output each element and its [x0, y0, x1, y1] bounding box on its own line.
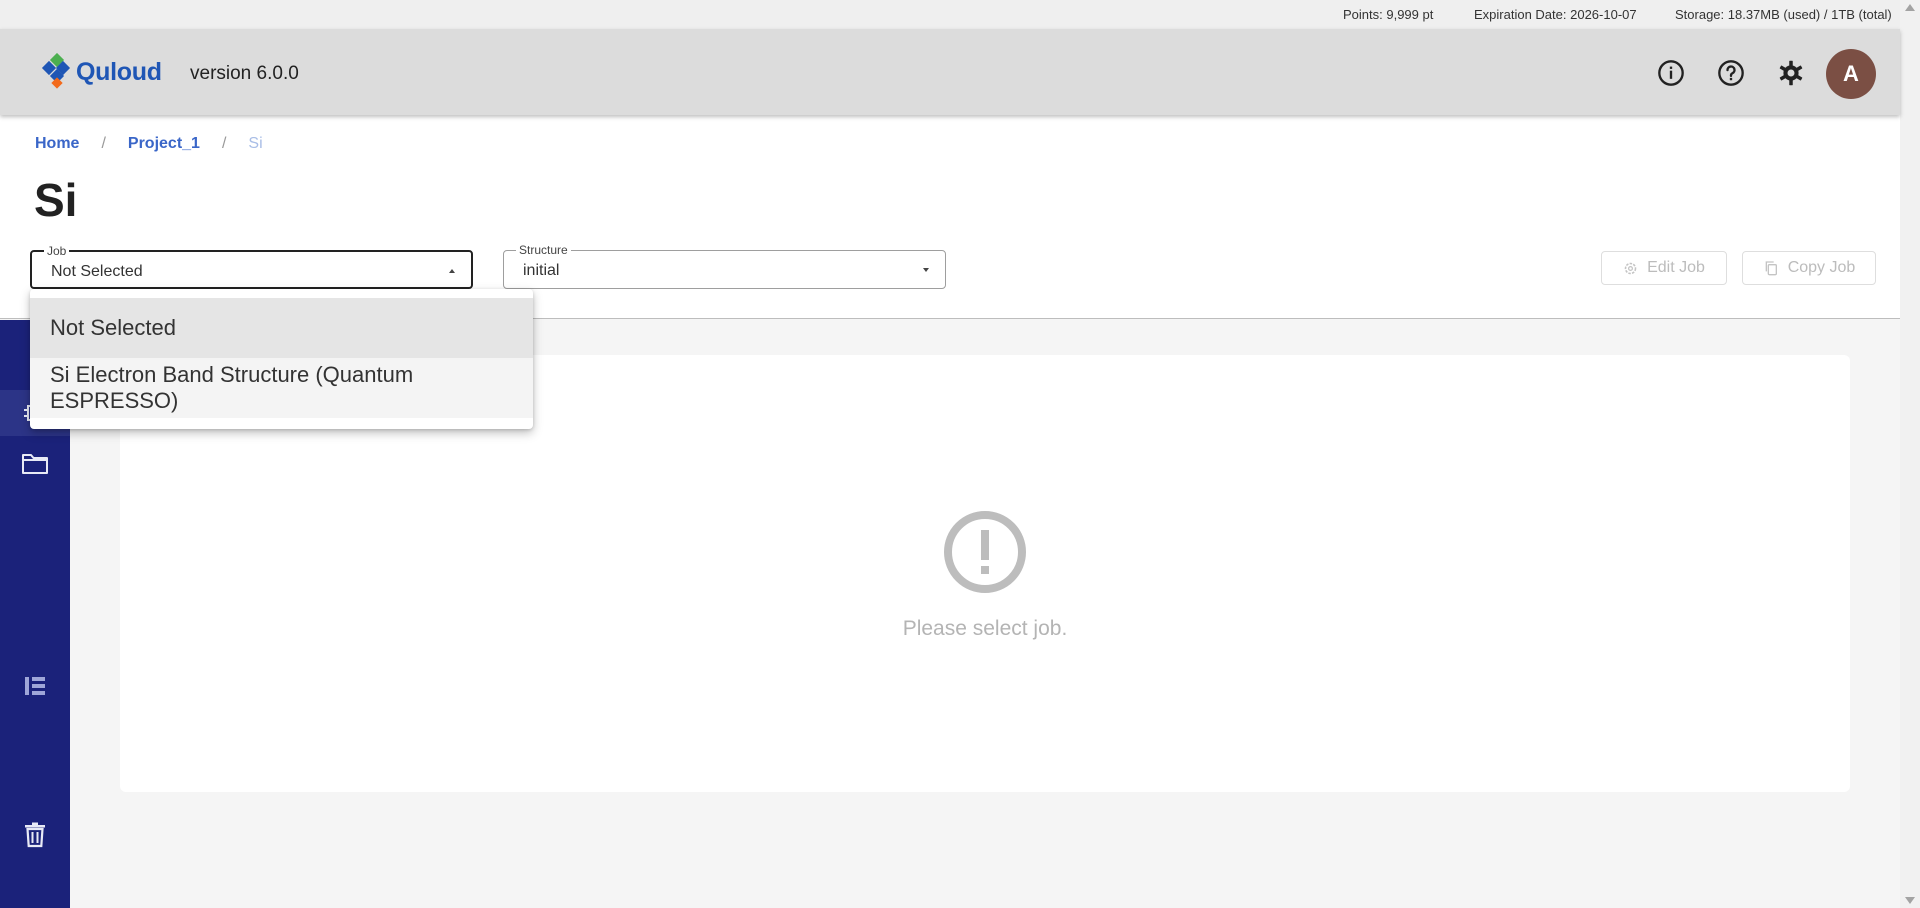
page-scrollbar[interactable]	[1900, 0, 1920, 908]
trash-icon	[25, 822, 45, 848]
job-select-value: Not Selected	[51, 263, 143, 280]
points-text: Points: 9,999 pt	[1343, 7, 1434, 22]
caret-down-icon	[923, 268, 929, 272]
job-select[interactable]: Job Not Selected	[30, 244, 473, 289]
breadcrumb-current: Si	[248, 135, 263, 152]
info-icon[interactable]	[1655, 57, 1687, 89]
copy-icon	[1765, 261, 1777, 276]
breadcrumb: Home / Project_1 / Si	[35, 135, 263, 153]
copy-job-button[interactable]: Copy Job	[1742, 251, 1876, 285]
folder-icon	[22, 454, 48, 474]
structure-select-label: Structure	[516, 243, 571, 257]
scroll-up-arrow-icon[interactable]	[1905, 4, 1915, 11]
exclamation-circle-icon	[944, 511, 1026, 593]
gear-icon[interactable]	[1775, 57, 1807, 89]
structure-select-value: initial	[523, 262, 560, 279]
gear-icon	[1624, 262, 1637, 274]
job-option-not-selected[interactable]: Not Selected	[30, 298, 533, 358]
brand-name: Quloud	[76, 58, 162, 86]
job-select-label: Job	[44, 244, 70, 258]
user-avatar[interactable]: A	[1826, 49, 1876, 99]
version-label: version 6.0.0	[190, 63, 299, 84]
help-icon[interactable]	[1715, 57, 1747, 89]
sidebar-item-first[interactable]	[0, 663, 70, 709]
breadcrumb-separator: /	[221, 135, 227, 152]
expiration-text: Expiration Date: 2026-10-07	[1474, 7, 1637, 22]
page-title: Si	[34, 174, 78, 226]
breadcrumb-separator: /	[101, 135, 106, 152]
quloud-logo-icon	[41, 53, 71, 89]
status-bar: Points: 9,999 pt Expiration Date: 2026-1…	[0, 0, 1900, 29]
caret-up-icon	[449, 269, 455, 273]
sidebar-item-files[interactable]	[0, 440, 70, 486]
job-option-si-band-structure[interactable]: Si Electron Band Structure (Quantum ESPR…	[30, 358, 533, 418]
storage-text: Storage: 18.37MB (used) / 1TB (total)	[1675, 7, 1892, 22]
breadcrumb-home-link[interactable]: Home	[35, 135, 79, 153]
app-header: Quloud version 6.0.0 A	[0, 29, 1900, 115]
scroll-down-arrow-icon[interactable]	[1905, 897, 1915, 904]
list-icon	[25, 677, 45, 695]
edit-job-label: Edit Job	[1647, 259, 1705, 276]
structure-select[interactable]: Structure initial	[503, 243, 946, 289]
breadcrumb-project-link[interactable]: Project_1	[128, 135, 200, 153]
empty-state-message: Please select job.	[902, 617, 1068, 640]
sidebar-item-trash[interactable]	[0, 812, 70, 858]
copy-job-label: Copy Job	[1787, 259, 1856, 276]
job-dropdown-menu: Not Selected Si Electron Band Structure …	[30, 289, 533, 429]
edit-job-button[interactable]: Edit Job	[1601, 251, 1727, 285]
